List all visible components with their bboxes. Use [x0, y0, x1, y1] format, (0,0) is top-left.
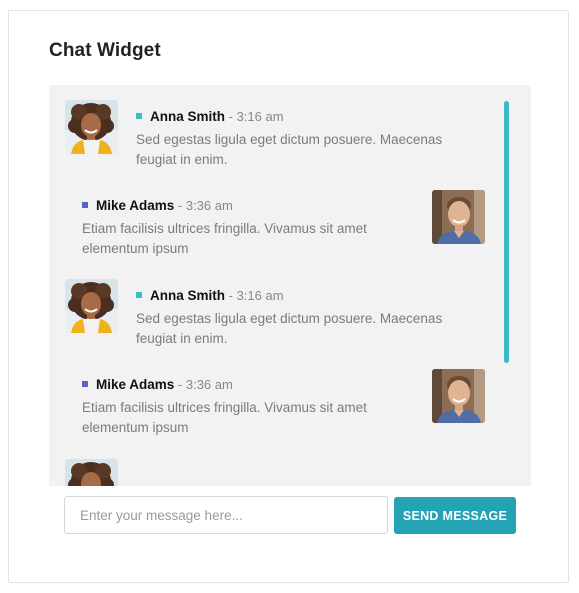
chat-message-panel[interactable]: Anna Smith - 3:16 am Sed egestas ligula …	[49, 85, 531, 486]
man-avatar	[432, 190, 485, 244]
message-input[interactable]	[64, 496, 388, 534]
woman-avatar	[65, 279, 118, 333]
message-text: Etiam facilisis ultrices fringilla. Viva…	[82, 400, 367, 435]
chat-message: Mike Adams - 3:36 am Etiam facilisis ult…	[65, 368, 495, 448]
message-text: Etiam facilisis ultrices fringilla. Viva…	[82, 221, 367, 256]
sender-name: Anna Smith	[150, 109, 226, 124]
chat-widget-card: Chat Widget Anna Smith - 3:16 am Sed ege…	[8, 10, 569, 583]
message-header: Mike Adams - 3:36 am	[82, 198, 233, 213]
message-time: - 3:16 am	[228, 109, 284, 124]
sender-name: Mike Adams	[96, 198, 175, 213]
message-text: Sed egestas ligula eget dictum posuere. …	[136, 132, 443, 167]
chat-message: Anna Smith - 3:16 am Sed egestas ligula …	[65, 279, 495, 359]
status-dot	[136, 292, 142, 298]
message-text: Sed egestas ligula eget dictum posuere. …	[136, 311, 443, 346]
send-message-button[interactable]: SEND MESSAGE	[394, 497, 516, 534]
message-time: - 3:16 am	[228, 288, 284, 303]
message-time: - 3:36 am	[177, 377, 233, 392]
message-header: Anna Smith - 3:16 am	[136, 288, 284, 303]
message-header: Mike Adams - 3:36 am	[82, 377, 233, 392]
chat-message: Mike Adams - 3:36 am Etiam facilisis ult…	[65, 189, 495, 269]
status-dot	[82, 202, 88, 208]
status-dot	[82, 381, 88, 387]
sender-name: Mike Adams	[96, 377, 175, 392]
man-avatar	[432, 369, 485, 423]
widget-title: Chat Widget	[49, 40, 161, 61]
woman-avatar	[65, 459, 118, 486]
chat-scrollbar[interactable]	[504, 101, 510, 471]
scrollbar-thumb[interactable]	[504, 101, 509, 363]
message-header: Anna Smith - 3:16 am	[136, 109, 284, 124]
sender-name: Anna Smith	[150, 288, 226, 303]
chat-message: Anna Smith - 3:16 am Sed egestas ligula …	[65, 100, 495, 180]
message-time: - 3:36 am	[177, 198, 233, 213]
status-dot	[136, 113, 142, 119]
woman-avatar	[65, 100, 118, 154]
